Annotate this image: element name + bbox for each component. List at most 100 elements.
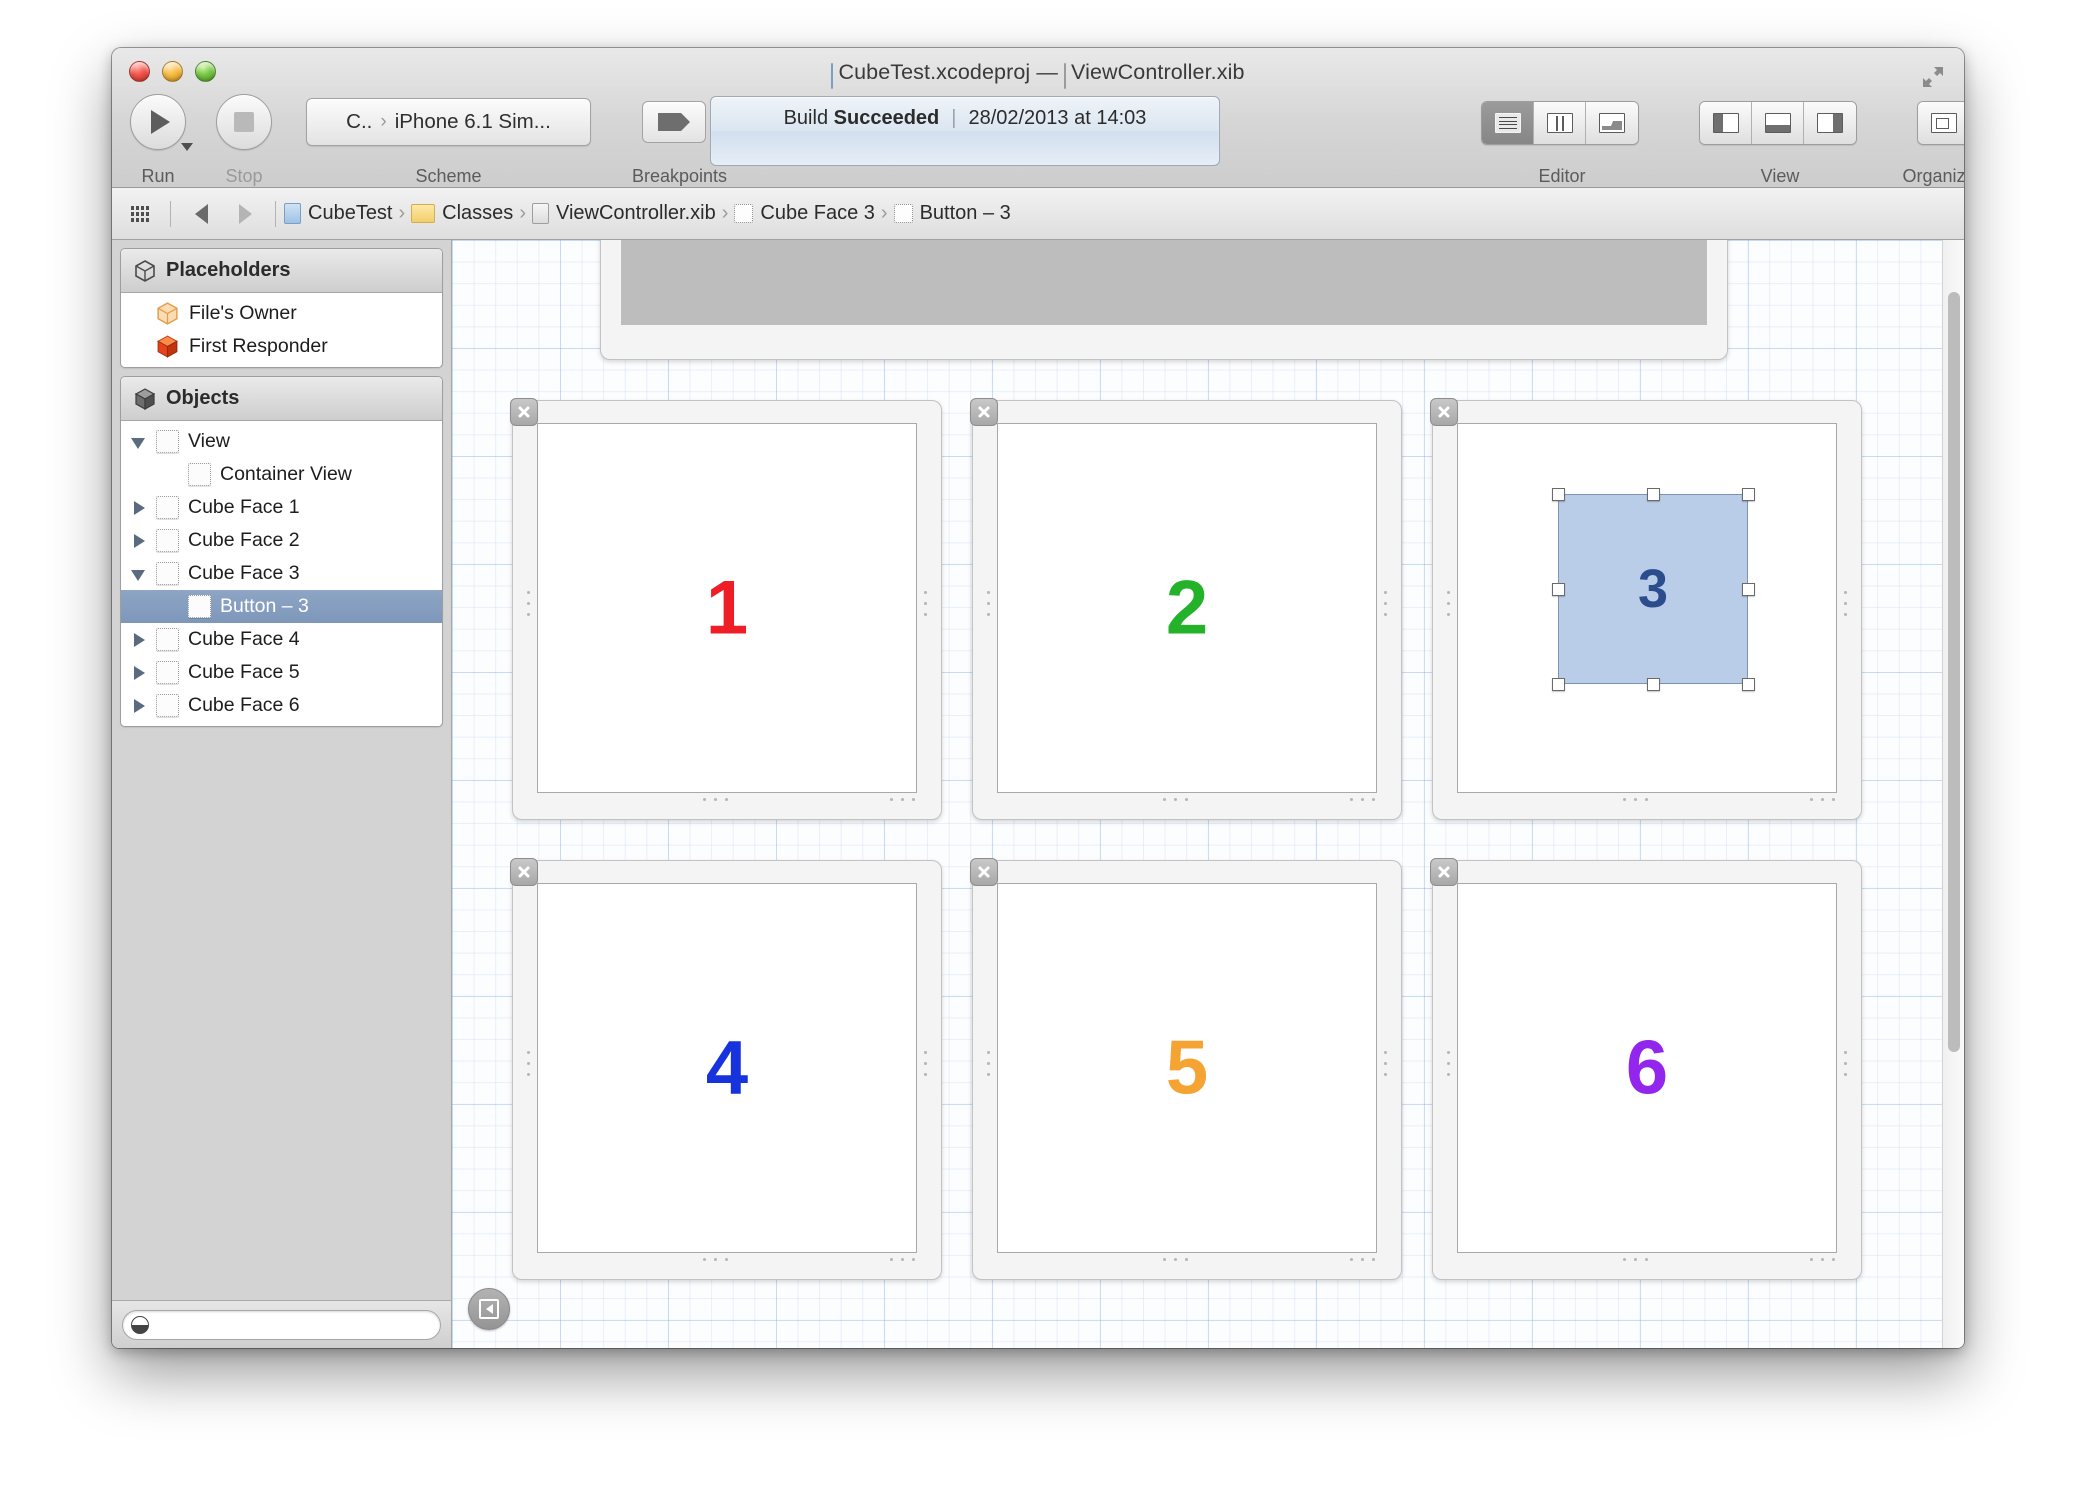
breadcrumb-item-1[interactable]: CubeTest xyxy=(284,202,393,225)
view-icon xyxy=(188,595,211,618)
stop-icon xyxy=(234,112,254,132)
cube-face-card-4[interactable]: 4 xyxy=(510,858,942,1280)
disclosure-closed-icon[interactable] xyxy=(131,500,147,516)
disclosure-open-icon[interactable] xyxy=(131,566,147,582)
scheme-selector[interactable]: C.. › iPhone 6.1 Sim... xyxy=(306,98,591,146)
desktop-backdrop: CubeTest.xcodeproj — ViewController.xib … xyxy=(0,0,2076,1500)
editor-label: Editor xyxy=(1538,166,1586,186)
disclosure-closed-icon[interactable] xyxy=(131,698,147,714)
collapse-outline-button[interactable] xyxy=(468,1288,510,1330)
outline-row-button-3[interactable]: Button – 3 xyxy=(121,590,442,623)
objects-list: View Container View Cube Face 1 Cube Face 2… xyxy=(121,421,442,726)
filter-input[interactable] xyxy=(122,1309,441,1340)
editor-assistant-button[interactable] xyxy=(1534,102,1586,144)
ruler-dots xyxy=(987,1051,990,1076)
window-title: CubeTest.xcodeproj — ViewController.xib xyxy=(112,60,1964,89)
toggle-debug-area-button[interactable] xyxy=(1752,102,1804,144)
objects-panel: Objects View Container View Cube Face 1 Cub… xyxy=(120,376,443,727)
cube-face-number-2: 2 xyxy=(1165,565,1209,651)
view-icon xyxy=(734,204,754,223)
view-segmented-control xyxy=(1699,101,1857,145)
close-icon[interactable] xyxy=(1430,398,1458,426)
fullscreen-icon[interactable] xyxy=(1920,64,1946,90)
disclosure-closed-icon[interactable] xyxy=(131,665,147,681)
outline-row-container-view[interactable]: Container View xyxy=(121,458,442,491)
canvas-vertical-scrollbar[interactable] xyxy=(1942,240,1964,1348)
ruler-dots xyxy=(703,1258,728,1261)
cube-face-card-3[interactable]: 3 xyxy=(1430,398,1862,820)
selection-handle-5[interactable] xyxy=(1742,583,1755,596)
grid-icon xyxy=(131,205,149,222)
breadcrumb-item-4[interactable]: Cube Face 3 xyxy=(734,202,875,225)
xib-icon xyxy=(531,203,549,224)
selection-handle-6[interactable] xyxy=(1552,678,1565,691)
cube-outline-icon xyxy=(133,259,157,283)
close-icon[interactable] xyxy=(510,398,538,426)
standard-editor-icon xyxy=(1494,113,1521,133)
outline-row-cube-face-1[interactable]: Cube Face 1 xyxy=(121,491,442,524)
breadcrumb-item-2[interactable]: Classes xyxy=(411,202,513,225)
organizer-button[interactable] xyxy=(1918,102,1964,144)
disclosure-open-icon[interactable] xyxy=(131,434,147,450)
activity-divider: | xyxy=(951,107,957,129)
placeholders-panel: Placeholders File's Owner First Responder xyxy=(120,248,443,368)
breakpoints-button[interactable] xyxy=(642,101,706,143)
outline-row-cube-face-4[interactable]: Cube Face 4 xyxy=(121,623,442,656)
cube-face-number-1: 1 xyxy=(705,565,749,651)
nav-forward-button[interactable] xyxy=(223,188,267,239)
close-icon[interactable] xyxy=(970,858,998,886)
ruler-dots xyxy=(1384,591,1387,616)
selection-handle-8[interactable] xyxy=(1742,678,1755,691)
cube-face-card-2[interactable]: 2 xyxy=(970,398,1402,820)
chevron-down-icon xyxy=(181,143,193,151)
organizer-icon xyxy=(1931,113,1957,133)
outline-row-cube-face-2[interactable]: Cube Face 2 xyxy=(121,524,442,557)
interface-builder-canvas[interactable]: 1 2 3 4 5 6 xyxy=(452,240,1964,1348)
scheme-project-name: C.. xyxy=(346,110,373,133)
scrollbar-thumb[interactable] xyxy=(1948,292,1960,1052)
breadcrumb-item-5[interactable]: Button – 3 xyxy=(893,202,1011,225)
outline-row-cube-face-6[interactable]: Cube Face 6 xyxy=(121,689,442,722)
outline-row-label: Cube Face 6 xyxy=(188,694,300,716)
toggle-utilities-button[interactable] xyxy=(1804,102,1856,144)
selection-handle-7[interactable] xyxy=(1647,678,1660,691)
ruler-dots xyxy=(1623,798,1648,801)
project-file-icon xyxy=(831,63,834,89)
cube-face-card-6[interactable]: 6 xyxy=(1430,858,1862,1280)
ruler-dots xyxy=(1447,591,1450,616)
disclosure-closed-icon[interactable] xyxy=(131,533,147,549)
nav-back-button[interactable] xyxy=(179,188,223,239)
list-item[interactable]: First Responder xyxy=(121,330,442,363)
partial-card-content xyxy=(621,240,1707,325)
editor-version-button[interactable] xyxy=(1586,102,1638,144)
partial-card-above xyxy=(600,240,1728,360)
view-icon xyxy=(893,204,913,223)
filter-scope-icon[interactable] xyxy=(131,1315,149,1334)
related-files-button[interactable] xyxy=(118,188,162,239)
placeholders-header: Placeholders xyxy=(121,249,442,293)
selection-handle-2[interactable] xyxy=(1647,488,1660,501)
cube-face-card-1[interactable]: 1 xyxy=(510,398,942,820)
divider xyxy=(275,200,276,227)
close-icon[interactable] xyxy=(1430,858,1458,886)
selected-button-3[interactable]: 3 xyxy=(1558,494,1748,684)
editor-standard-button[interactable] xyxy=(1482,102,1534,144)
toggle-navigator-button[interactable] xyxy=(1700,102,1752,144)
cube-face-card-5[interactable]: 5 xyxy=(970,858,1402,1280)
stop-button[interactable] xyxy=(216,94,272,150)
outline-row-cube-face-3[interactable]: Cube Face 3 xyxy=(121,557,442,590)
selection-handle-1[interactable] xyxy=(1552,488,1565,501)
breadcrumb-item-3[interactable]: ViewController.xib xyxy=(531,202,716,225)
run-button[interactable] xyxy=(130,94,193,151)
outline-row-view[interactable]: View xyxy=(121,425,442,458)
run-label: Run xyxy=(141,166,175,186)
disclosure-closed-icon[interactable] xyxy=(131,632,147,648)
selection-handle-4[interactable] xyxy=(1552,583,1565,596)
close-icon[interactable] xyxy=(510,858,538,886)
selection-handle-3[interactable] xyxy=(1742,488,1755,501)
activity-view[interactable]: Build Succeeded | 28/02/2013 at 14:03 xyxy=(710,96,1220,166)
list-item[interactable]: File's Owner xyxy=(121,297,442,330)
outline-row-cube-face-5[interactable]: Cube Face 5 xyxy=(121,656,442,689)
close-icon[interactable] xyxy=(970,398,998,426)
